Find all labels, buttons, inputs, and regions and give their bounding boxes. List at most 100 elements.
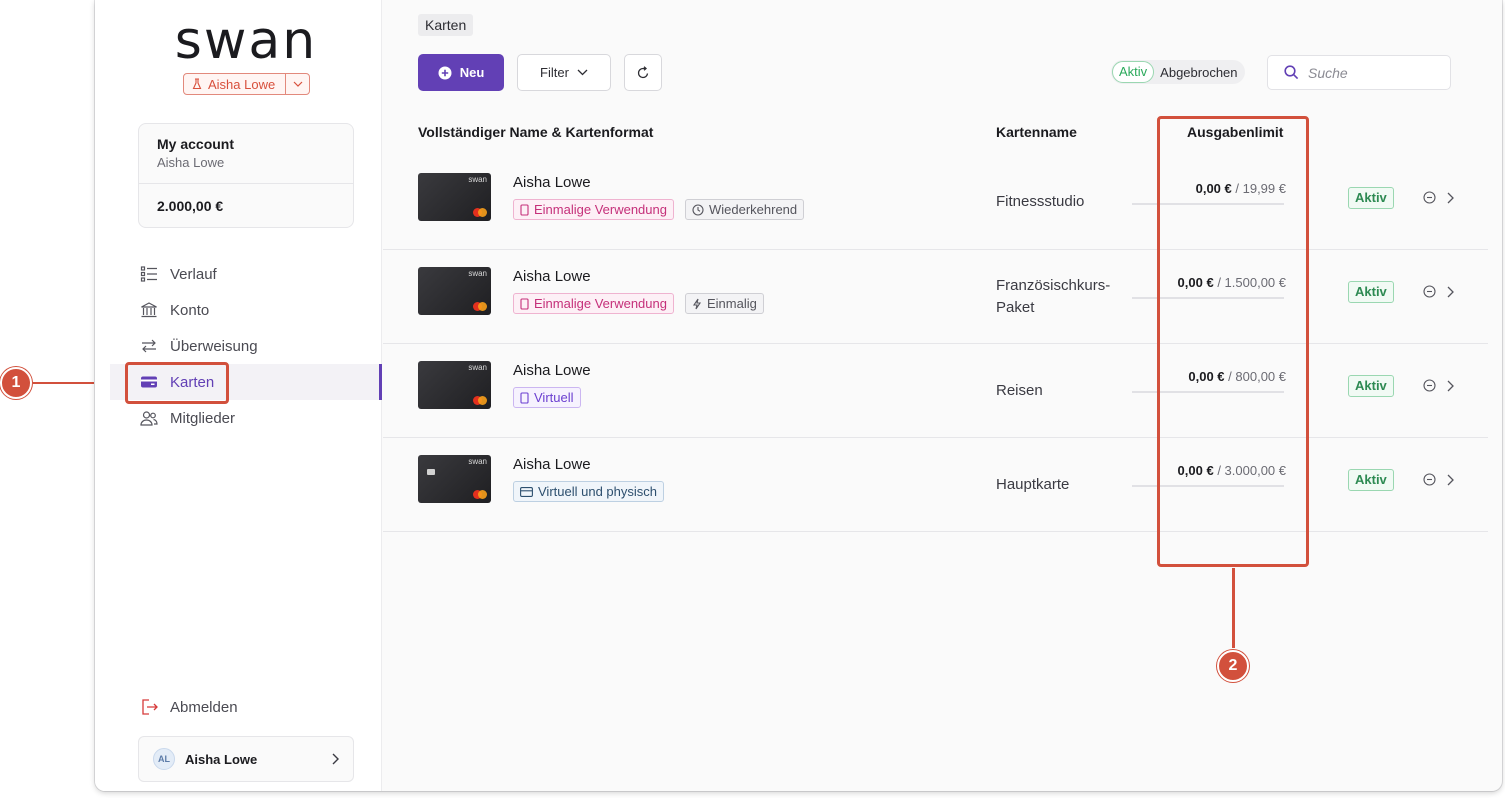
card-format-tag: Einmalige Verwendung (513, 293, 674, 314)
card-brand-text: swan (468, 363, 487, 372)
phone-icon (520, 203, 529, 216)
logout-button[interactable]: Abmelden (140, 698, 238, 716)
sidebar-item-label: Mitglieder (170, 409, 236, 427)
card-thumbnail: swan (418, 455, 491, 503)
account-card[interactable]: My account Aisha Lowe 2.000,00 € (138, 123, 354, 228)
chevron-right-icon[interactable] (1446, 474, 1454, 486)
card-name: Fitnessstudio (996, 193, 1085, 210)
table-row[interactable]: swan Aisha Lowe Virtuell und physisch Ha… (383, 438, 1488, 532)
logout-icon (142, 699, 158, 715)
members-icon (140, 411, 158, 426)
project-switcher[interactable]: Aisha Lowe (183, 73, 311, 95)
card-brand-text: swan (468, 457, 487, 466)
phone-icon (520, 297, 529, 310)
card-thumbnail: swan (418, 173, 491, 221)
chevron-right-icon[interactable] (1446, 380, 1454, 392)
cancel-card-icon[interactable] (1423, 285, 1436, 298)
project-name-label: Aisha Lowe (208, 76, 276, 92)
refresh-icon (637, 65, 649, 78)
sidebar-item-verlauf[interactable]: Verlauf (95, 256, 382, 292)
table-row[interactable]: swan Aisha Lowe Einmalige Verwendung Wie… (383, 156, 1488, 250)
card-brand-text: swan (468, 175, 487, 184)
search-field[interactable] (1267, 55, 1451, 90)
highlight-box-karten (125, 362, 229, 404)
chevron-down-icon (293, 81, 303, 87)
transfer-icon (142, 339, 156, 353)
clock-icon (692, 203, 704, 216)
breadcrumb: Karten (418, 14, 474, 36)
card-type-tag: Einmalig (684, 293, 764, 314)
sidebar-nav: Verlauf Konto Überweisung Karten Mitglie… (95, 256, 382, 436)
chevron-right-icon (332, 753, 339, 765)
status-badge: Aktiv (1348, 375, 1394, 397)
filter-label: Filter (540, 65, 569, 80)
bolt-icon (692, 298, 702, 309)
card-format-tag: Virtuell (513, 387, 581, 408)
main-content: Karten Neu Filter Aktiv Abgebrochen Voll… (383, 0, 1502, 791)
mastercard-icon (473, 490, 487, 499)
swan-logo: swan (175, 18, 317, 68)
chevron-right-icon[interactable] (1446, 286, 1454, 298)
callout-badge-1: 1 (0, 367, 32, 399)
cardholder-name: Aisha Lowe (513, 362, 591, 379)
cardholder-name: Aisha Lowe (513, 268, 591, 285)
highlight-box-ausgabenlimit (1157, 116, 1309, 567)
sidebar-item-konto[interactable]: Konto (95, 292, 382, 328)
callout-line-2 (1232, 568, 1235, 648)
card-format-tag: Virtuell und physisch (513, 481, 664, 502)
search-icon (1284, 65, 1299, 80)
avatar: AL (153, 748, 175, 770)
card-name: Hauptkarte (996, 476, 1070, 493)
new-card-label: Neu (459, 65, 485, 80)
cardholder-name: Aisha Lowe (513, 174, 591, 191)
logout-label: Abmelden (170, 698, 238, 716)
column-header-name: Vollständiger Name & Kartenformat (418, 124, 654, 140)
sidebar-item-ueberweisung[interactable]: Überweisung (95, 328, 382, 364)
account-owner: Aisha Lowe (157, 155, 225, 170)
card-name: Französischkurs- Paket (996, 277, 1111, 316)
filter-button[interactable]: Filter (517, 54, 611, 91)
mastercard-icon (473, 208, 487, 217)
plus-circle-icon (438, 66, 452, 79)
cancel-card-icon[interactable] (1423, 191, 1436, 204)
card-format-tag: Einmalige Verwendung (513, 199, 674, 220)
card-brand-text: swan (468, 269, 487, 278)
new-card-button[interactable]: Neu (418, 54, 504, 91)
chevron-down-icon (577, 69, 588, 76)
status-badge: Aktiv (1348, 469, 1394, 491)
sidebar-item-label: Verlauf (170, 265, 217, 283)
phone-icon (520, 391, 529, 404)
bank-icon (141, 302, 157, 318)
cancel-card-icon[interactable] (1423, 473, 1436, 486)
card-outline-icon (520, 486, 533, 497)
table-row[interactable]: swan Aisha Lowe Virtuell Reisen 0,00 € /… (383, 344, 1488, 438)
status-cancelled-option[interactable]: Abgebrochen (1160, 65, 1237, 80)
chevron-right-icon[interactable] (1446, 192, 1454, 204)
user-profile-button[interactable]: AL Aisha Lowe (138, 736, 354, 782)
project-name[interactable]: Aisha Lowe (184, 74, 285, 94)
sidebar-item-mitglieder[interactable]: Mitglieder (95, 400, 382, 436)
column-header-cardname: Kartenname (996, 124, 1077, 140)
cancel-card-icon[interactable] (1423, 379, 1436, 392)
card-thumbnail: swan (418, 361, 491, 409)
flask-icon (192, 78, 202, 90)
search-input[interactable] (1308, 64, 1438, 81)
card-thumbnail: swan (418, 267, 491, 315)
user-name: Aisha Lowe (185, 751, 258, 767)
status-active-option[interactable]: Aktiv (1112, 61, 1155, 83)
refresh-button[interactable] (624, 54, 662, 91)
svg-text:swan: swan (175, 18, 317, 68)
project-dropdown-toggle[interactable] (285, 74, 309, 94)
mastercard-icon (473, 302, 487, 311)
sidebar-item-label: Überweisung (170, 337, 258, 355)
list-icon (140, 266, 157, 282)
status-badge: Aktiv (1348, 281, 1394, 303)
status-toggle[interactable]: Aktiv Abgebrochen (1111, 60, 1245, 84)
card-type-tag: Wiederkehrend (684, 199, 805, 220)
account-balance: 2.000,00 € (157, 198, 224, 214)
card-name: Reisen (996, 382, 1043, 399)
status-badge: Aktiv (1348, 187, 1394, 209)
sidebar-item-label: Konto (170, 301, 210, 319)
chip-icon (427, 469, 435, 475)
table-row[interactable]: swan Aisha Lowe Einmalige Verwendung Ein… (383, 250, 1488, 344)
